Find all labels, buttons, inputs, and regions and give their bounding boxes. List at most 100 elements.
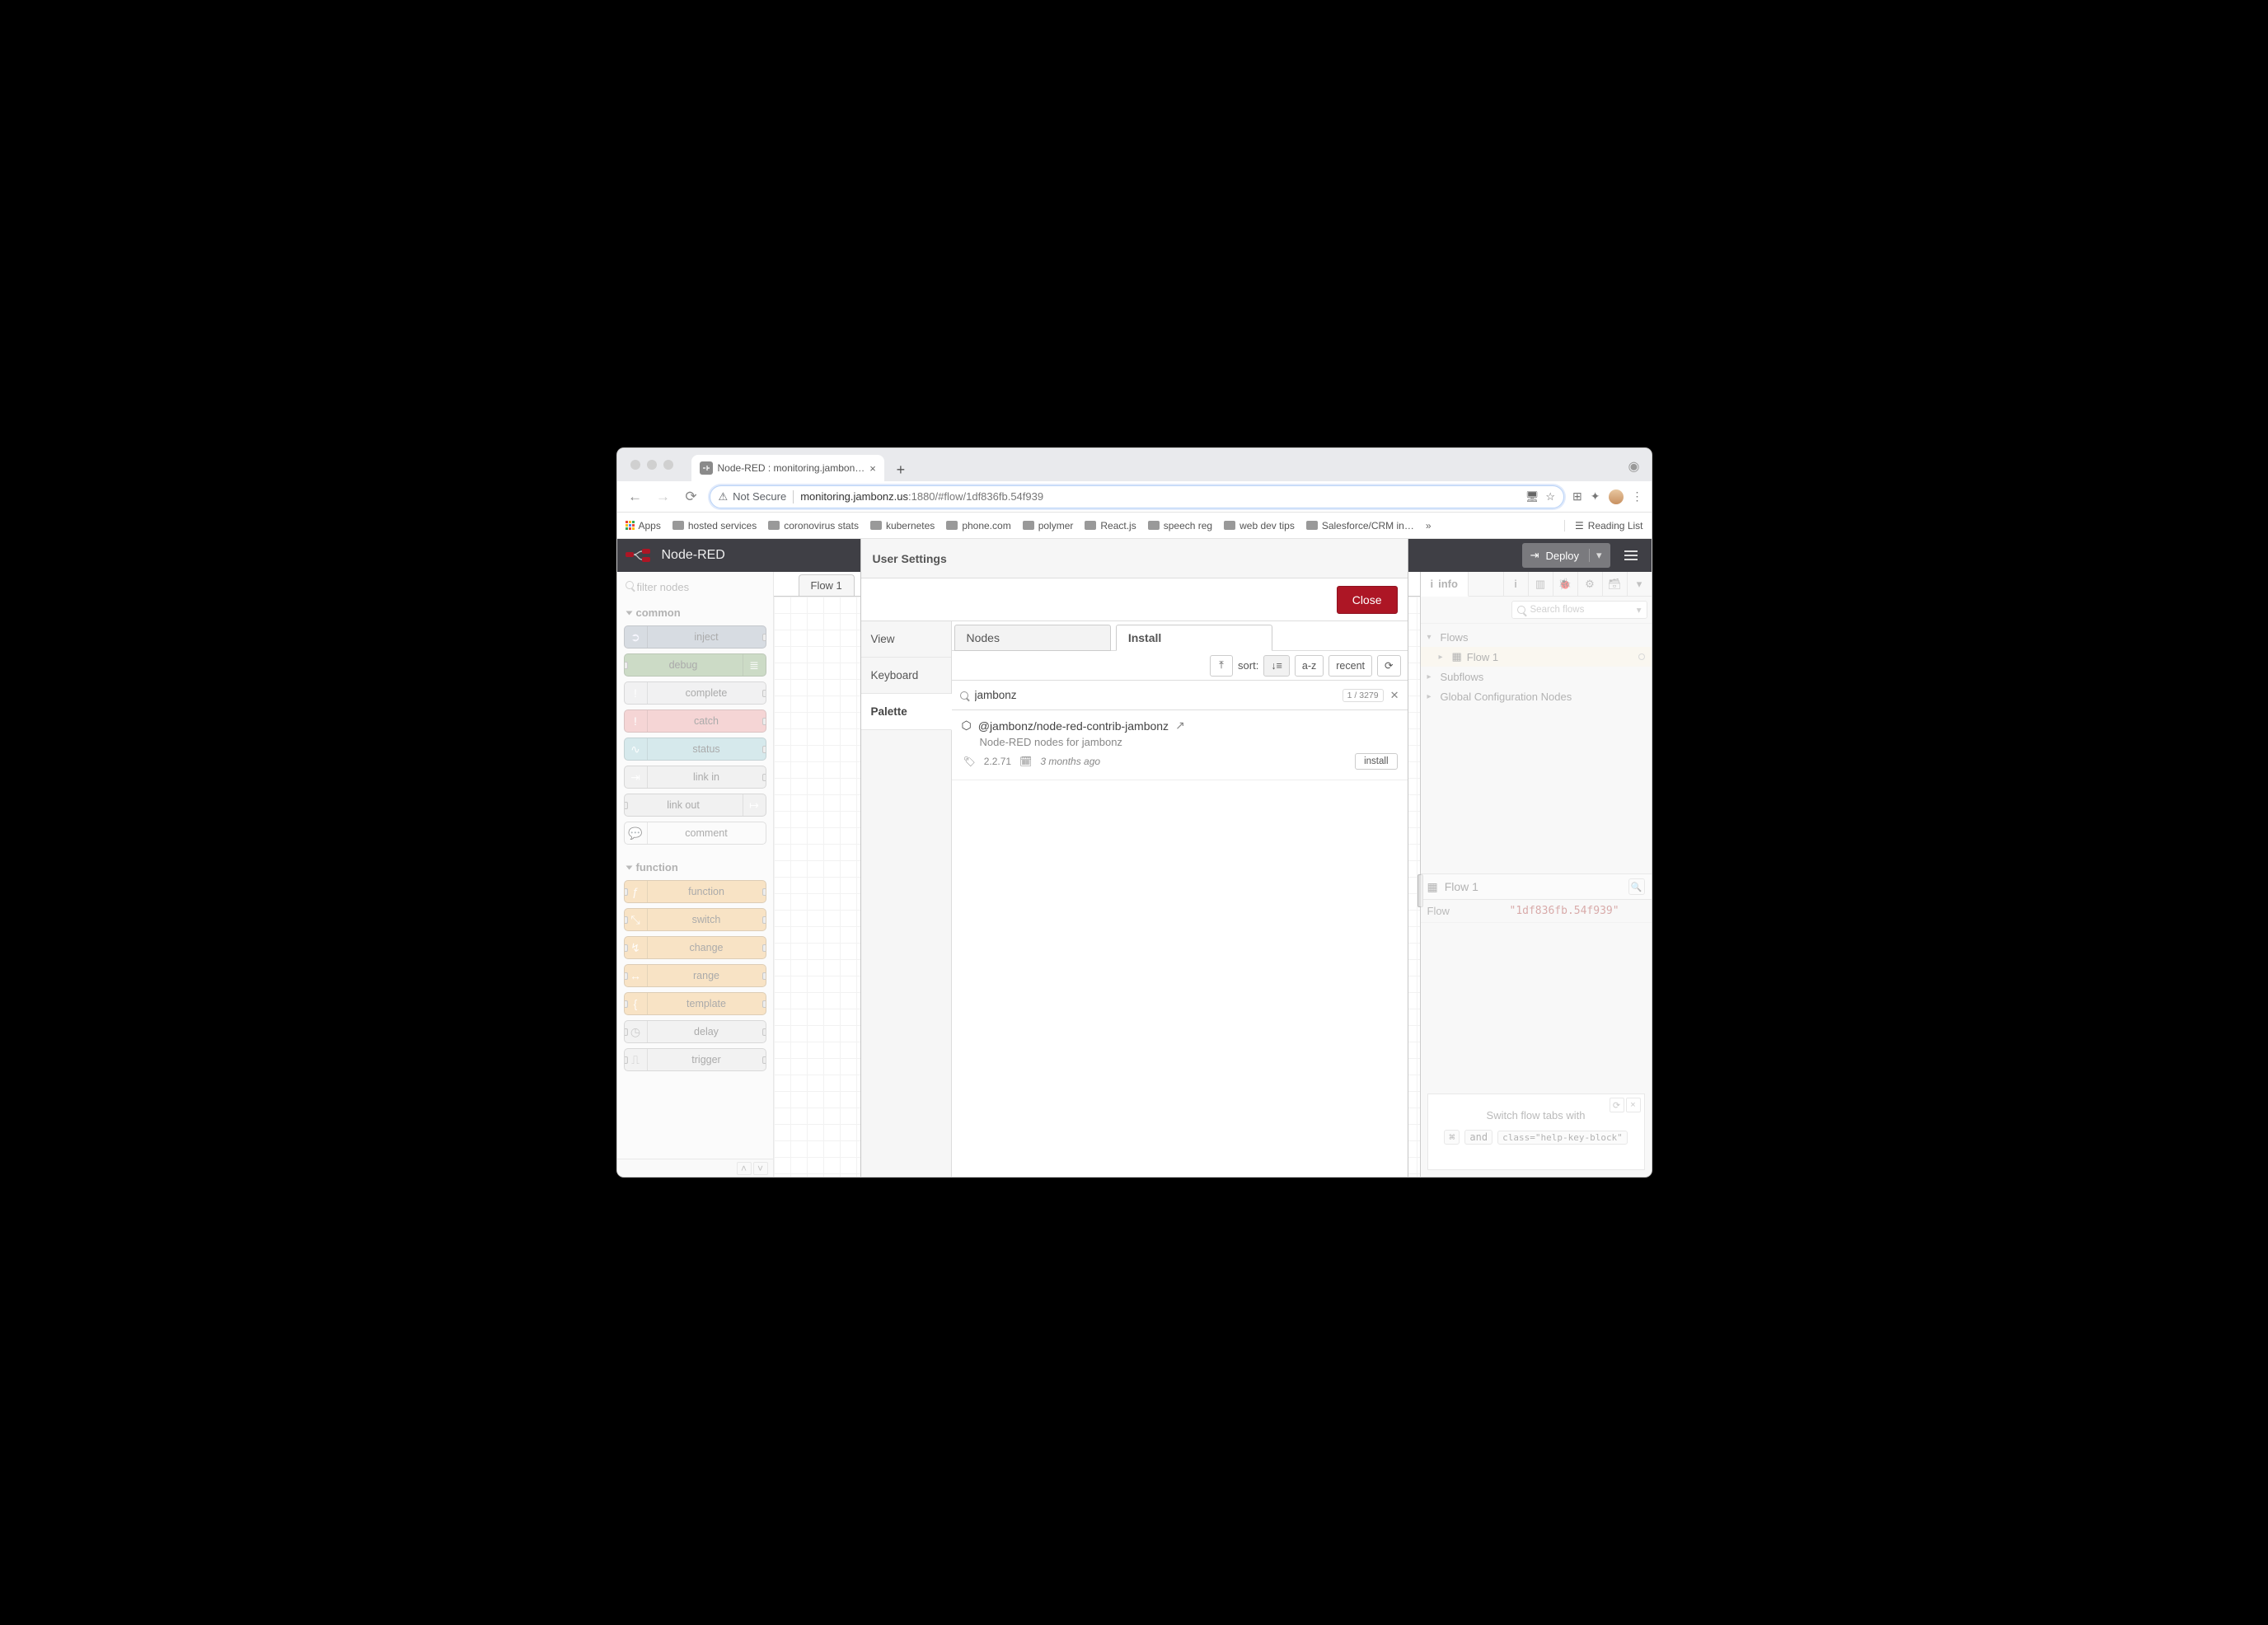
flow-icon: ▦ <box>1427 880 1438 894</box>
close-tab-icon[interactable]: × <box>869 462 876 475</box>
palette-filter-input[interactable] <box>621 575 799 598</box>
debug-icon: ≣ <box>743 654 766 676</box>
flow-icon: ▦ <box>1452 650 1462 663</box>
nav-keyboard[interactable]: Keyboard <box>861 658 951 694</box>
sort-relevance-button[interactable]: ↓≡ <box>1263 655 1290 677</box>
module-search-input[interactable] <box>975 689 1336 701</box>
palette-node-debug[interactable]: debug≣ <box>624 653 766 677</box>
palette-expand-button[interactable]: ˅ <box>753 1162 768 1175</box>
palette-node-status[interactable]: ∿status <box>624 738 766 761</box>
sidebar-search-input[interactable]: Search flows ▾ <box>1511 601 1647 619</box>
sidebar-tab-help-icon[interactable]: i <box>1503 572 1528 596</box>
nav-view[interactable]: View <box>861 621 951 658</box>
extensions-icon[interactable]: ⊞ <box>1572 489 1582 503</box>
tab-nodes[interactable]: Nodes <box>954 625 1111 651</box>
tree-flows[interactable]: ▾Flows <box>1421 627 1652 647</box>
bookmark-folder[interactable]: phone.com <box>946 520 1010 532</box>
sort-recent-button[interactable]: recent <box>1328 655 1372 677</box>
palette-node-function[interactable]: ƒfunction <box>624 880 766 903</box>
star-icon[interactable]: ☆ <box>1545 490 1555 503</box>
reading-list-button[interactable]: ☰Reading List <box>1575 520 1642 532</box>
palette-node-inject[interactable]: ➲inject <box>624 625 766 649</box>
selection-panel-header: ▦ Flow 1 🔍 <box>1421 873 1652 900</box>
upload-icon: ⤒ <box>1219 659 1224 672</box>
tree-flow1[interactable]: ▸▦Flow 1 <box>1421 647 1652 667</box>
switch-icon: ⤡ <box>625 909 648 930</box>
palette-footer: ˄ ˅ <box>617 1159 773 1177</box>
search-in-selection-icon[interactable]: 🔍 <box>1628 878 1645 895</box>
sidebar-tab-menu-icon[interactable]: ▾ <box>1627 572 1652 596</box>
sort-az-button[interactable]: a-z <box>1295 655 1324 677</box>
reload-icon[interactable]: ⟳ <box>682 489 701 505</box>
deploy-button[interactable]: ⇥ Deploy ▾ <box>1522 543 1610 568</box>
palette-node-template[interactable]: {template <box>624 992 766 1015</box>
bookmark-folder[interactable]: speech reg <box>1148 520 1212 532</box>
window-controls[interactable] <box>630 460 673 470</box>
bookmark-folder[interactable]: kubernetes <box>870 520 935 532</box>
address-bar[interactable]: ⚠ Not Secure monitoring.jambonz.us:1880/… <box>710 485 1565 508</box>
browser-tab[interactable]: Node-RED : monitoring.jambon… × <box>691 455 884 481</box>
install-button[interactable]: install <box>1355 753 1397 770</box>
tip-close-icon[interactable]: × <box>1626 1098 1641 1112</box>
tip-text: Switch flow tabs with <box>1487 1109 1586 1122</box>
sidebar-tab-config-icon[interactable]: ⚙ <box>1577 572 1602 596</box>
palette-category-common[interactable]: common <box>621 602 770 624</box>
range-icon: ↔ <box>625 965 648 986</box>
sidebar-splitter[interactable] <box>1418 874 1423 907</box>
palette-node-link-out[interactable]: link out↦ <box>624 794 766 817</box>
translate-icon[interactable]: 🖥 <box>1525 490 1539 503</box>
bookmarks-overflow-icon[interactable]: » <box>1426 520 1432 532</box>
module-name-link[interactable]: @jambonz/node-red-contrib-jambonz <box>978 719 1169 733</box>
clear-search-icon[interactable]: ✕ <box>1390 689 1399 702</box>
sidebar-tab-context-icon[interactable]: 🗃 <box>1602 572 1627 596</box>
search-icon <box>626 581 634 589</box>
palette-node-catch[interactable]: !catch <box>624 709 766 733</box>
module-desc: Node-RED nodes for jambonz <box>980 736 1398 748</box>
main-menu-button[interactable] <box>1619 543 1643 568</box>
close-button[interactable]: Close <box>1337 586 1398 614</box>
outline-tree: ▾Flows ▸▦Flow 1 ▸Subflows ▸Global Config… <box>1421 624 1652 709</box>
palette-node-change[interactable]: ↯change <box>624 936 766 959</box>
info-icon: i <box>1431 578 1434 590</box>
chrome-menu-icon[interactable]: ⋮ <box>1632 489 1643 503</box>
puzzle-icon[interactable]: ✦ <box>1591 489 1600 503</box>
palette-node-switch[interactable]: ⤡switch <box>624 908 766 931</box>
refresh-catalog-button[interactable]: ⟳ <box>1377 655 1400 677</box>
chevron-down-icon[interactable]: ▾ <box>1637 604 1642 616</box>
tree-subflows[interactable]: ▸Subflows <box>1421 667 1652 686</box>
bookmark-folder[interactable]: web dev tips <box>1224 520 1295 532</box>
refresh-icon: ⟳ <box>1385 659 1393 672</box>
deploy-menu-icon[interactable]: ▾ <box>1589 549 1602 562</box>
nav-palette[interactable]: Palette <box>861 694 952 730</box>
bookmark-folder[interactable]: polymer <box>1023 520 1074 532</box>
tab-install[interactable]: Install <box>1116 625 1272 651</box>
sidebar-tab-info[interactable]: i info <box>1421 572 1469 597</box>
security-badge[interactable]: ⚠ Not Secure <box>719 490 787 503</box>
palette-node-range[interactable]: ↔range <box>624 964 766 987</box>
palette-category-function[interactable]: function <box>621 856 770 878</box>
palette-collapse-button[interactable]: ˄ <box>737 1162 752 1175</box>
bookmark-folder[interactable]: hosted services <box>672 520 757 532</box>
bookmark-folder[interactable]: React.js <box>1085 520 1136 532</box>
sidebar-tab-debug-icon[interactable]: 🐞 <box>1553 572 1577 596</box>
palette-node-comment[interactable]: 💬comment <box>624 822 766 845</box>
tip-refresh-icon[interactable]: ⟳ <box>1610 1098 1624 1112</box>
app-menu-icon[interactable]: ◉ <box>1628 458 1640 475</box>
workspace-tab-flow1[interactable]: Flow 1 <box>799 574 855 596</box>
new-tab-button[interactable]: + <box>889 458 912 481</box>
palette-node-complete[interactable]: !complete <box>624 681 766 705</box>
bookmark-folder[interactable]: coronovirus stats <box>768 520 859 532</box>
nav-forward-icon[interactable]: → <box>654 489 673 505</box>
bookmark-folder[interactable]: Salesforce/CRM in… <box>1306 520 1414 532</box>
external-link-icon[interactable]: ↗ <box>1175 719 1185 733</box>
palette-node-trigger[interactable]: ⎍trigger <box>624 1048 766 1071</box>
apps-button[interactable]: Apps <box>626 520 661 532</box>
result-count: 1 / 3279 <box>1343 689 1384 702</box>
nav-back-icon[interactable]: ← <box>626 489 645 505</box>
upload-module-button[interactable]: ⤒ <box>1210 655 1233 677</box>
sidebar-tab-book-icon[interactable]: ▥ <box>1528 572 1553 596</box>
palette-node-delay[interactable]: ◷delay <box>624 1020 766 1043</box>
tree-global-config[interactable]: ▸Global Configuration Nodes <box>1421 686 1652 706</box>
palette-node-link-in[interactable]: ⇥link in <box>624 766 766 789</box>
profile-avatar[interactable] <box>1609 489 1624 504</box>
